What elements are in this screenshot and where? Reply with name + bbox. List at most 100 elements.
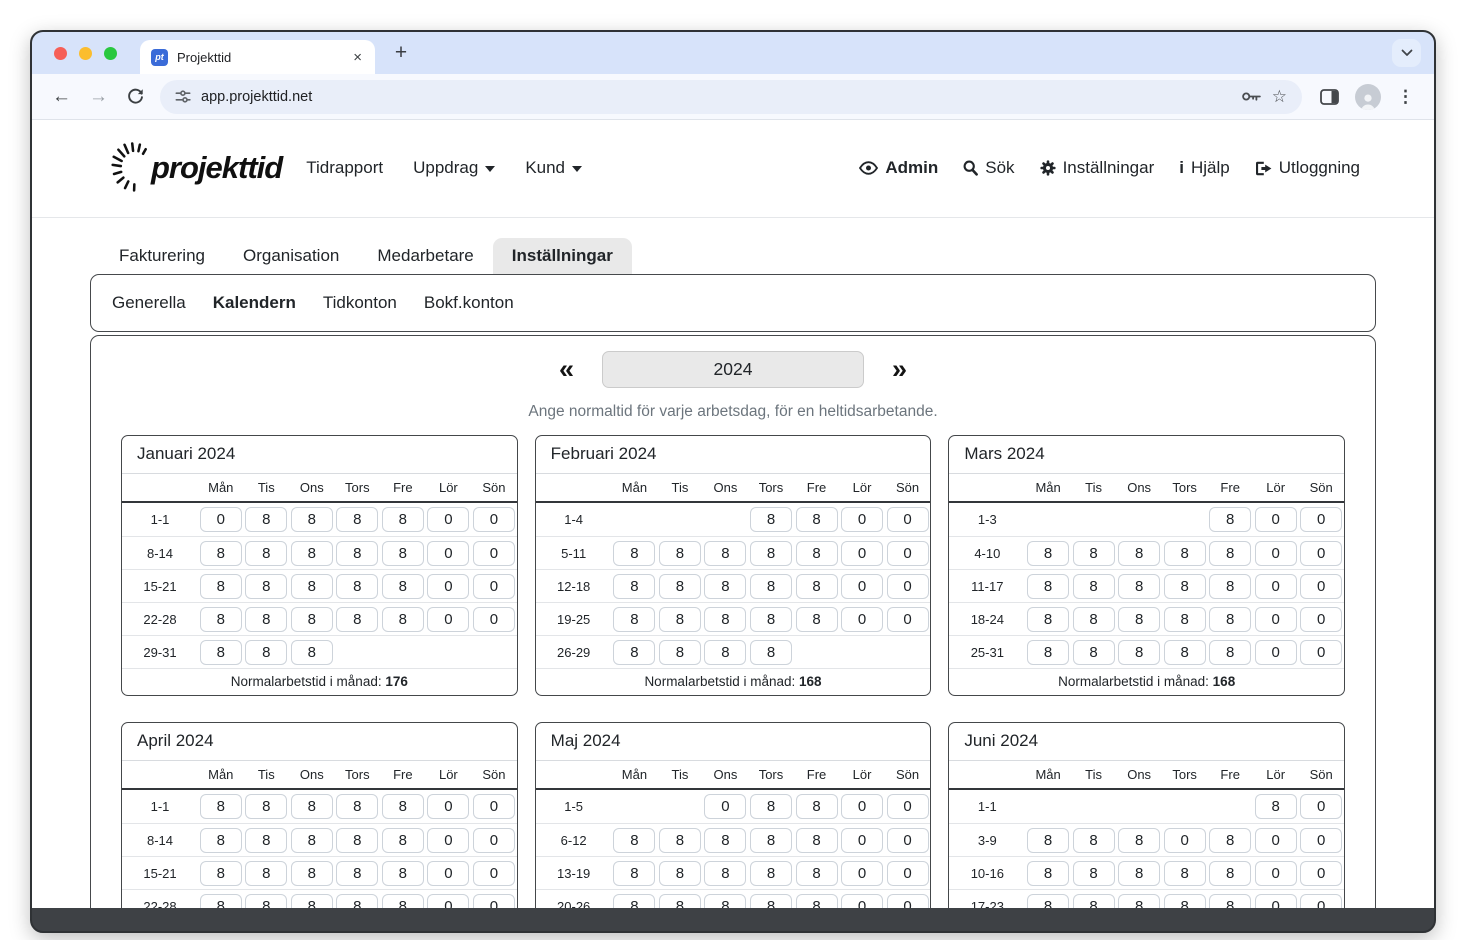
hour-input[interactable] — [887, 794, 929, 819]
hour-input[interactable] — [200, 794, 242, 819]
hour-input[interactable] — [1118, 607, 1160, 632]
hour-input[interactable] — [473, 828, 515, 853]
hour-input[interactable] — [382, 894, 424, 909]
hour-input[interactable] — [1073, 894, 1115, 909]
hour-input[interactable] — [473, 861, 515, 886]
hour-input[interactable] — [245, 861, 287, 886]
hour-input[interactable] — [1073, 640, 1115, 665]
hour-input[interactable] — [1300, 828, 1342, 853]
hour-input[interactable] — [1164, 894, 1206, 909]
hour-input[interactable] — [427, 507, 469, 532]
hour-input[interactable] — [841, 861, 883, 886]
hour-input[interactable] — [796, 607, 838, 632]
password-key-icon[interactable] — [1241, 90, 1262, 103]
hour-input[interactable] — [291, 541, 333, 566]
hour-input[interactable] — [1027, 574, 1069, 599]
side-panel-icon[interactable] — [1313, 81, 1346, 113]
hour-input[interactable] — [613, 640, 655, 665]
hour-input[interactable] — [427, 607, 469, 632]
hour-input[interactable] — [200, 607, 242, 632]
hour-input[interactable] — [1300, 794, 1342, 819]
hour-input[interactable] — [887, 574, 929, 599]
hour-input[interactable] — [841, 794, 883, 819]
hour-input[interactable] — [659, 894, 701, 909]
hour-input[interactable] — [750, 574, 792, 599]
hour-input[interactable] — [1255, 894, 1297, 909]
hour-input[interactable] — [1027, 894, 1069, 909]
hour-input[interactable] — [336, 574, 378, 599]
hour-input[interactable] — [382, 574, 424, 599]
hour-input[interactable] — [750, 541, 792, 566]
hour-input[interactable] — [750, 894, 792, 909]
hour-input[interactable] — [382, 541, 424, 566]
hour-input[interactable] — [291, 640, 333, 665]
tab-organisation[interactable]: Organisation — [224, 238, 358, 274]
hour-input[interactable] — [427, 861, 469, 886]
new-tab-button[interactable]: + — [388, 41, 414, 65]
url-text[interactable]: app.projekttid.net — [201, 89, 312, 105]
hour-input[interactable] — [1164, 828, 1206, 853]
hour-input[interactable] — [841, 828, 883, 853]
site-settings-icon[interactable] — [175, 89, 191, 104]
browser-tab[interactable]: pt Projekttid × — [140, 40, 375, 74]
hour-input[interactable] — [200, 574, 242, 599]
hour-input[interactable] — [200, 894, 242, 909]
hour-input[interactable] — [291, 507, 333, 532]
hour-input[interactable] — [796, 574, 838, 599]
hour-input[interactable] — [659, 828, 701, 853]
hour-input[interactable] — [200, 828, 242, 853]
subtab-tidkonton[interactable]: Tidkonton — [323, 293, 397, 313]
hour-input[interactable] — [1300, 541, 1342, 566]
hour-input[interactable] — [382, 861, 424, 886]
hour-input[interactable] — [245, 640, 287, 665]
hour-input[interactable] — [1073, 861, 1115, 886]
hour-input[interactable] — [796, 894, 838, 909]
hour-input[interactable] — [704, 607, 746, 632]
hour-input[interactable] — [291, 894, 333, 909]
hour-input[interactable] — [704, 541, 746, 566]
hour-input[interactable] — [245, 541, 287, 566]
hour-input[interactable] — [427, 541, 469, 566]
hour-input[interactable] — [841, 894, 883, 909]
hour-input[interactable] — [245, 894, 287, 909]
hour-input[interactable] — [1073, 828, 1115, 853]
hour-input[interactable] — [796, 828, 838, 853]
hour-input[interactable] — [704, 861, 746, 886]
hour-input[interactable] — [613, 861, 655, 886]
hour-input[interactable] — [1118, 574, 1160, 599]
hour-input[interactable] — [1255, 640, 1297, 665]
hour-input[interactable] — [200, 640, 242, 665]
hour-input[interactable] — [382, 607, 424, 632]
hour-input[interactable] — [796, 794, 838, 819]
hour-input[interactable] — [1300, 640, 1342, 665]
hour-input[interactable] — [473, 794, 515, 819]
hour-input[interactable] — [1118, 894, 1160, 909]
hour-input[interactable] — [473, 607, 515, 632]
hour-input[interactable] — [1209, 894, 1251, 909]
hour-input[interactable] — [841, 607, 883, 632]
hour-input[interactable] — [796, 861, 838, 886]
hour-input[interactable] — [427, 574, 469, 599]
window-zoom-button[interactable] — [104, 47, 117, 60]
hour-input[interactable] — [336, 794, 378, 819]
hour-input[interactable] — [613, 541, 655, 566]
hour-input[interactable] — [473, 894, 515, 909]
hour-input[interactable] — [887, 607, 929, 632]
hour-input[interactable] — [1209, 640, 1251, 665]
hour-input[interactable] — [291, 828, 333, 853]
hour-input[interactable] — [613, 828, 655, 853]
hour-input[interactable] — [1118, 828, 1160, 853]
prev-year-button[interactable]: « — [559, 356, 574, 383]
hour-input[interactable] — [750, 507, 792, 532]
hour-input[interactable] — [382, 794, 424, 819]
hour-input[interactable] — [659, 861, 701, 886]
hour-input[interactable] — [1164, 607, 1206, 632]
hour-input[interactable] — [1027, 861, 1069, 886]
hour-input[interactable] — [200, 861, 242, 886]
hour-input[interactable] — [1209, 507, 1251, 532]
hour-input[interactable] — [473, 574, 515, 599]
hour-input[interactable] — [613, 894, 655, 909]
hour-input[interactable] — [245, 507, 287, 532]
hour-input[interactable] — [427, 828, 469, 853]
hour-input[interactable] — [200, 541, 242, 566]
